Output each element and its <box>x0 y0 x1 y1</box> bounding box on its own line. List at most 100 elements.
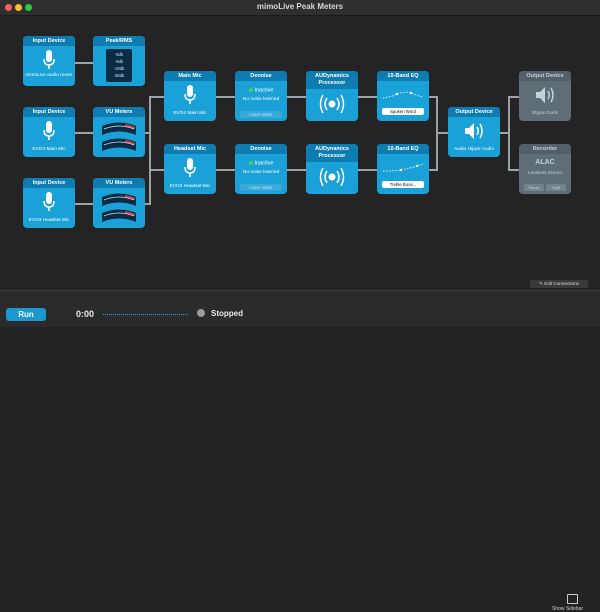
node-title: Denoise <box>235 144 287 154</box>
output-device-node-elgato[interactable]: Output Device Elgato Dock <box>519 71 571 121</box>
speaker-icon <box>536 87 554 103</box>
edit-connections-button[interactable]: ✎ Edit Connections <box>530 280 588 288</box>
eq-curve-icon <box>382 91 424 99</box>
ten-band-eq-node-2[interactable]: 10-Band EQ Treble Boos... <box>377 144 429 194</box>
wire <box>508 169 519 171</box>
wire <box>287 96 306 98</box>
show-sidebar-button[interactable]: Show Sidebar <box>552 606 583 612</box>
output-device-node-hijack[interactable]: Output Device Audio Hijack Audio <box>448 107 500 157</box>
pause-button[interactable]: Pause <box>524 184 544 191</box>
main-mic-node[interactable]: Main Mic EVO4 Main Mic <box>164 71 216 121</box>
learn-noise-button[interactable]: Learn Noise <box>240 111 282 118</box>
node-title: AUDynamics Processor <box>306 71 358 89</box>
denoise-status: Inactive <box>254 160 274 167</box>
microphone-icon <box>184 85 196 104</box>
audynamics-node-1[interactable]: AUDynamics Processor <box>306 71 358 121</box>
recorder-format: ALAC <box>535 159 555 166</box>
denoise-node-2[interactable]: Denoise Inactive No noise learned Learn … <box>235 144 287 194</box>
denoise-node-1[interactable]: Denoise Inactive No noise learned Learn … <box>235 71 287 121</box>
recorder-node[interactable]: Recorder ALAC Lossless Stereo Pause Spli… <box>519 144 571 194</box>
node-title: Input Device <box>23 178 75 188</box>
microphone-icon <box>43 121 55 140</box>
status-dot-icon <box>248 88 253 92</box>
wire <box>216 169 235 171</box>
node-caption: Elgato Dock <box>532 111 558 116</box>
wire <box>145 203 151 205</box>
learn-noise-button[interactable]: Learn Noise <box>240 184 282 191</box>
wire <box>436 132 448 134</box>
wire <box>287 169 306 171</box>
input-device-node-2[interactable]: Input Device EVO4 Main Mic <box>23 107 75 157</box>
ten-band-eq-node-1[interactable]: 10-Band EQ Spoken Word <box>377 71 429 121</box>
block-canvas[interactable]: Input Device mimoLive audio router Input… <box>0 16 600 290</box>
vu-meter-icon <box>102 193 136 222</box>
eq-preset-dropdown[interactable]: Treble Boos... <box>382 181 424 188</box>
wire <box>508 96 510 169</box>
recorder-subtext: Lossless Stereo <box>527 171 563 176</box>
title-bar: mimoLive Peak Meters <box>0 0 600 16</box>
node-title: Input Device <box>23 107 75 117</box>
session-status: Stopped <box>211 309 243 318</box>
microphone-icon <box>43 50 55 69</box>
node-caption: EVO4 Main Mic <box>173 111 207 116</box>
meter-label: -5db <box>114 52 124 57</box>
wire <box>75 132 93 134</box>
vu-meter-icon <box>102 122 136 151</box>
meter-label: -18db <box>113 66 125 71</box>
input-device-node-1[interactable]: Input Device mimoLive audio router <box>23 36 75 86</box>
denoise-subtext: No noise learned <box>242 170 280 175</box>
vu-meters-node-2[interactable]: VU Meters <box>93 178 145 228</box>
run-button[interactable]: Run <box>6 308 46 321</box>
meter-label: -9db <box>114 59 124 64</box>
window-title: mimoLive Peak Meters <box>256 2 344 11</box>
wire <box>429 169 438 171</box>
denoise-subtext: No noise learned <box>242 97 280 102</box>
node-caption: EVO4 Headset Mic <box>169 184 211 189</box>
microphone-icon <box>184 158 196 177</box>
headset-mic-node[interactable]: Headset Mic EVO4 Headset Mic <box>164 144 216 194</box>
wire <box>75 203 93 205</box>
audio-waves-icon <box>319 94 345 114</box>
node-title: 10-Band EQ <box>377 71 429 81</box>
node-caption: EVO4 Headset Mic <box>28 218 70 223</box>
peak-meter-display: -5db -9db -18db -36db <box>106 49 132 82</box>
transport-bar: Run 0:00 Stopped Show Sidebar <box>0 290 600 612</box>
wire <box>149 169 164 171</box>
node-caption: Audio Hijack Audio <box>454 147 494 152</box>
node-caption: mimoLive audio router <box>25 73 73 78</box>
microphone-icon <box>43 192 55 211</box>
audynamics-node-2[interactable]: AUDynamics Processor <box>306 144 358 194</box>
node-title: Input Device <box>23 36 75 46</box>
speaker-icon <box>465 123 483 139</box>
wire <box>358 96 377 98</box>
wire <box>75 62 93 64</box>
node-title: AUDynamics Processor <box>306 144 358 162</box>
input-device-node-3[interactable]: Input Device EVO4 Headset Mic <box>23 178 75 228</box>
elapsed-time: 0:00 <box>76 309 95 319</box>
node-title: Main Mic <box>164 71 216 81</box>
node-title: Denoise <box>235 71 287 81</box>
denoise-status: Inactive <box>254 87 274 94</box>
wire <box>216 96 235 98</box>
node-title: VU Meters <box>93 178 145 188</box>
sidebar-icon[interactable] <box>567 594 578 604</box>
node-title: Headset Mic <box>164 144 216 154</box>
node-title: Output Device <box>519 71 571 81</box>
timeline-track <box>103 314 188 315</box>
meter-label: -36db <box>113 73 125 78</box>
wire <box>149 96 164 98</box>
node-title: Peak/RMS <box>93 36 145 46</box>
wire <box>508 96 519 98</box>
edit-connections-label: Edit Connections <box>544 281 579 286</box>
wire <box>358 169 377 171</box>
node-title: Output Device <box>448 107 500 117</box>
node-title: 10-Band EQ <box>377 144 429 154</box>
vu-meters-node-1[interactable]: VU Meters <box>93 107 145 157</box>
node-title: Recorder <box>519 144 571 154</box>
peak-rms-node[interactable]: Peak/RMS -5db -9db -18db -36db <box>93 36 145 86</box>
eq-curve-icon <box>382 163 424 172</box>
eq-preset-dropdown[interactable]: Spoken Word <box>382 108 424 115</box>
node-caption: EVO4 Main Mic <box>32 147 66 152</box>
split-button[interactable]: Split <box>546 184 566 191</box>
audio-waves-icon <box>319 167 345 187</box>
